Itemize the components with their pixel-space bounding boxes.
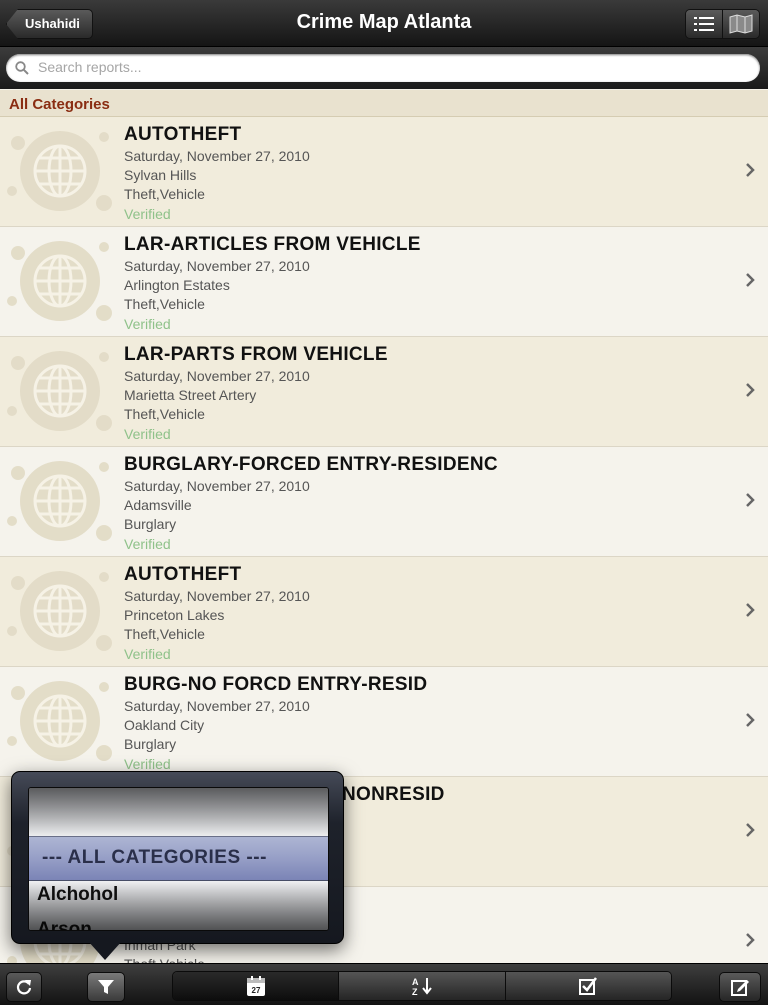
list-icon [694, 17, 714, 31]
report-category: Burglary [124, 736, 177, 752]
report-row[interactable]: LAR-ARTICLES FROM VEHICLE Saturday, Nove… [0, 227, 768, 337]
picker-selection-band: --- ALL CATEGORIES --- [29, 836, 328, 881]
report-category: Theft,Vehicle [124, 186, 205, 202]
report-date: Saturday, November 27, 2010 [124, 148, 310, 164]
list-view-button[interactable] [686, 10, 722, 38]
picker-selected-option[interactable]: --- ALL CATEGORIES --- [42, 847, 267, 869]
picker-option[interactable]: Alchohol [37, 884, 118, 906]
report-title: LAR-PARTS FROM VEHICLE [124, 344, 388, 365]
report-row[interactable]: AUTOTHEFT Saturday, November 27, 2010 Sy… [0, 117, 768, 227]
sort-icon: A Z [412, 977, 432, 996]
report-placeholder-icon [7, 461, 112, 541]
chevron-right-icon [746, 493, 755, 507]
chevron-right-icon [746, 273, 755, 287]
bottom-toolbar: 27 A Z [0, 963, 768, 1005]
search-bar [0, 47, 768, 89]
compose-icon [731, 980, 749, 996]
report-title: LAR-ARTICLES FROM VEHICLE [124, 234, 421, 255]
report-title: AUTOTHEFT [124, 124, 242, 145]
report-date: Saturday, November 27, 2010 [124, 588, 310, 604]
category-filter-popover: --- ALL CATEGORIES --- Alchohol Arson [11, 771, 344, 944]
chevron-right-icon [746, 823, 755, 837]
report-row[interactable]: BURGLARY-FORCED ENTRY-RESIDENC Saturday,… [0, 447, 768, 557]
report-location: Princeton Lakes [124, 607, 225, 623]
report-row[interactable]: BURG-NO FORCD ENTRY-RESID Saturday, Nove… [0, 667, 768, 777]
report-status: Verified [124, 756, 171, 772]
report-category: Burglary [124, 516, 177, 532]
report-date: Saturday, November 27, 2010 [124, 258, 310, 274]
report-placeholder-icon [7, 131, 112, 211]
report-category: Theft,Vehicle [124, 296, 205, 312]
report-category: Theft,Vehicle [124, 626, 205, 642]
search-input[interactable] [36, 58, 740, 76]
report-title: BURG-NO FORCD ENTRY-RESID [124, 674, 428, 695]
svg-text:Z: Z [412, 987, 418, 996]
svg-text:A: A [412, 977, 419, 987]
report-status: Verified [124, 536, 171, 552]
verified-filter-button[interactable] [504, 972, 671, 1000]
search-field[interactable] [6, 54, 760, 82]
compose-button[interactable] [719, 972, 761, 1002]
report-placeholder-icon [7, 351, 112, 431]
report-placeholder-icon [7, 241, 112, 321]
calendar-button[interactable]: 27 [173, 972, 339, 1000]
map-view-button[interactable] [722, 10, 759, 38]
report-status: Verified [124, 206, 171, 222]
report-category: Theft,Vehicle [124, 956, 205, 963]
report-location: Sylvan Hills [124, 167, 197, 183]
calendar-day: 27 [251, 986, 260, 995]
report-date: Saturday, November 27, 2010 [124, 368, 310, 384]
view-toggle [685, 9, 760, 39]
toolbar-segmented-control: 27 A Z [172, 971, 672, 1001]
report-date: Saturday, November 27, 2010 [124, 698, 310, 714]
navigation-bar: Ushahidi Crime Map Atlanta [0, 0, 768, 47]
refresh-icon [16, 980, 32, 995]
report-title: AUTOTHEFT [124, 564, 242, 585]
filter-button[interactable] [87, 972, 125, 1002]
report-status: Verified [124, 646, 171, 662]
section-header: All Categories [0, 90, 768, 117]
report-location: Oakland City [124, 717, 205, 733]
report-location: Marietta Street Artery [124, 387, 257, 403]
report-status: Verified [124, 316, 171, 332]
sort-button[interactable]: A Z [338, 972, 505, 1000]
report-category: Theft,Vehicle [124, 406, 205, 422]
page-title: Crime Map Atlanta [296, 11, 472, 33]
category-picker[interactable]: --- ALL CATEGORIES --- Alchohol Arson [28, 787, 329, 931]
refresh-button[interactable] [6, 972, 42, 1002]
chevron-right-icon [746, 713, 755, 727]
report-location: Arlington Estates [124, 277, 230, 293]
chevron-right-icon [746, 163, 755, 177]
report-title: NONRESID [342, 784, 445, 805]
chevron-right-icon [746, 603, 755, 617]
filter-icon [98, 980, 114, 994]
report-row[interactable]: AUTOTHEFT Saturday, November 27, 2010 Pr… [0, 557, 768, 667]
calendar-icon: 27 [246, 976, 265, 996]
chevron-right-icon [746, 933, 755, 947]
popover-arrow [88, 941, 122, 960]
report-row[interactable]: LAR-PARTS FROM VEHICLE Saturday, Novembe… [0, 337, 768, 447]
report-date: Saturday, November 27, 2010 [124, 478, 310, 494]
report-placeholder-icon [7, 681, 112, 761]
report-location: Adamsville [124, 497, 192, 513]
search-icon [15, 61, 29, 75]
map-icon [729, 14, 753, 34]
checkbox-icon [579, 977, 598, 995]
picker-option[interactable]: Arson [37, 919, 92, 930]
chevron-right-icon [746, 383, 755, 397]
report-placeholder-icon [7, 571, 112, 651]
report-status: Verified [124, 426, 171, 442]
report-title: BURGLARY-FORCED ENTRY-RESIDENC [124, 454, 498, 475]
